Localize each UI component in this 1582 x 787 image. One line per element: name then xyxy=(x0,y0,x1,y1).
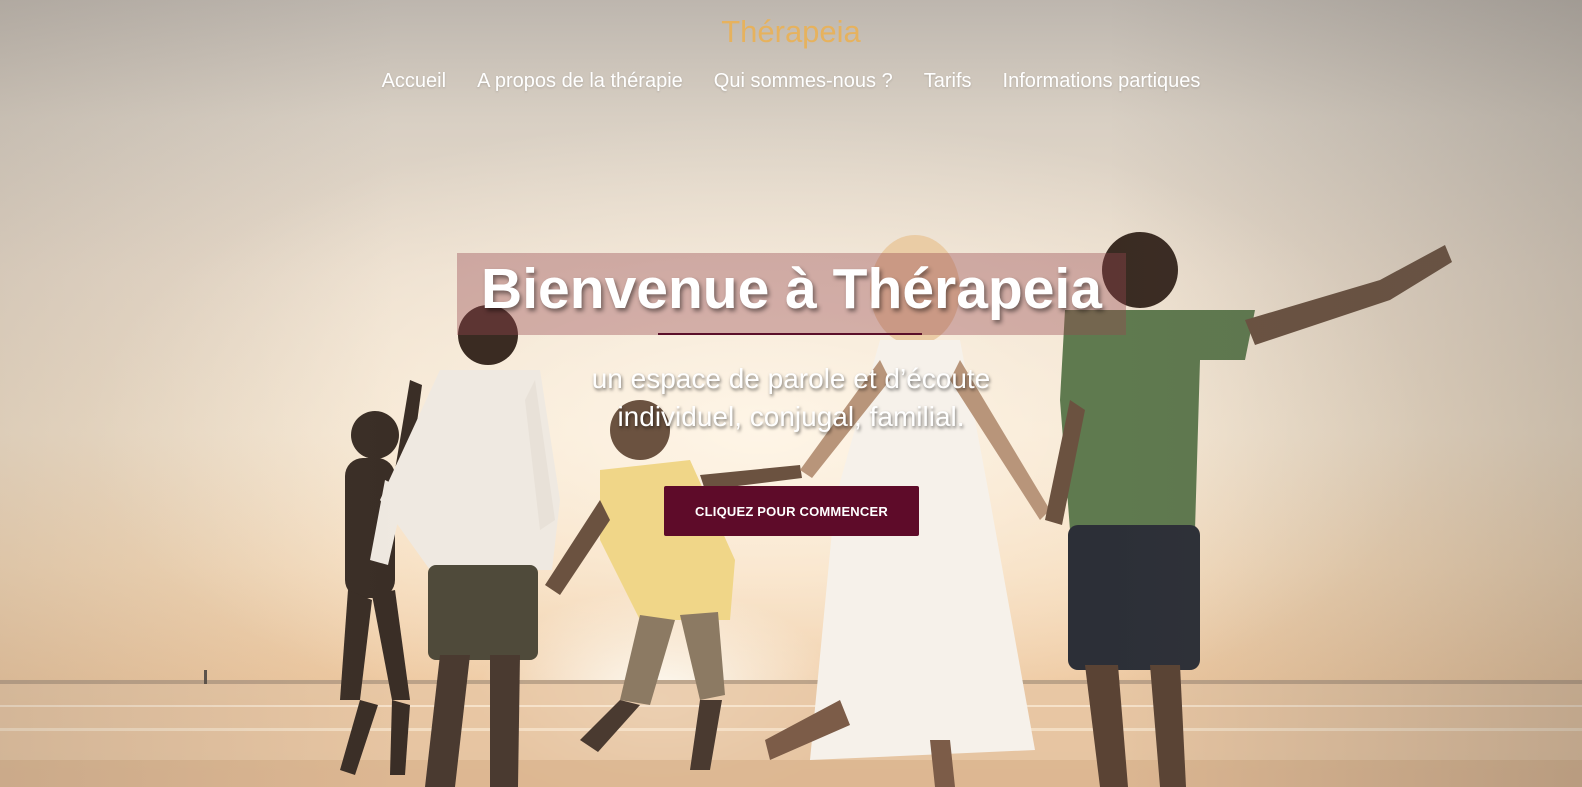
main-nav: Accueil A propos de la thérapie Qui somm… xyxy=(0,70,1582,93)
hero-headline: Bienvenue à Thérapeia xyxy=(481,257,1102,321)
site-title[interactable]: Thérapeia xyxy=(0,14,1582,50)
nav-item-tarifs[interactable]: Tarifs xyxy=(924,70,972,93)
start-button[interactable]: CLIQUEZ POUR COMMENCER xyxy=(664,486,919,536)
nav-item-accueil[interactable]: Accueil xyxy=(382,70,446,93)
subtitle-line-1: un espace de parole et d’écoute xyxy=(591,363,991,394)
headline-divider xyxy=(658,333,922,335)
nav-item-qui-sommes-nous[interactable]: Qui sommes-nous ? xyxy=(714,70,893,93)
hero-subtitle: un espace de parole et d’écoute individu… xyxy=(0,360,1582,436)
hero-section: Thérapeia Accueil A propos de la thérapi… xyxy=(0,0,1582,787)
subtitle-line-2: individuel, conjugal, familial. xyxy=(617,401,965,432)
nav-item-informations[interactable]: Informations partiques xyxy=(1003,70,1201,93)
nav-item-a-propos[interactable]: A propos de la thérapie xyxy=(477,70,683,93)
